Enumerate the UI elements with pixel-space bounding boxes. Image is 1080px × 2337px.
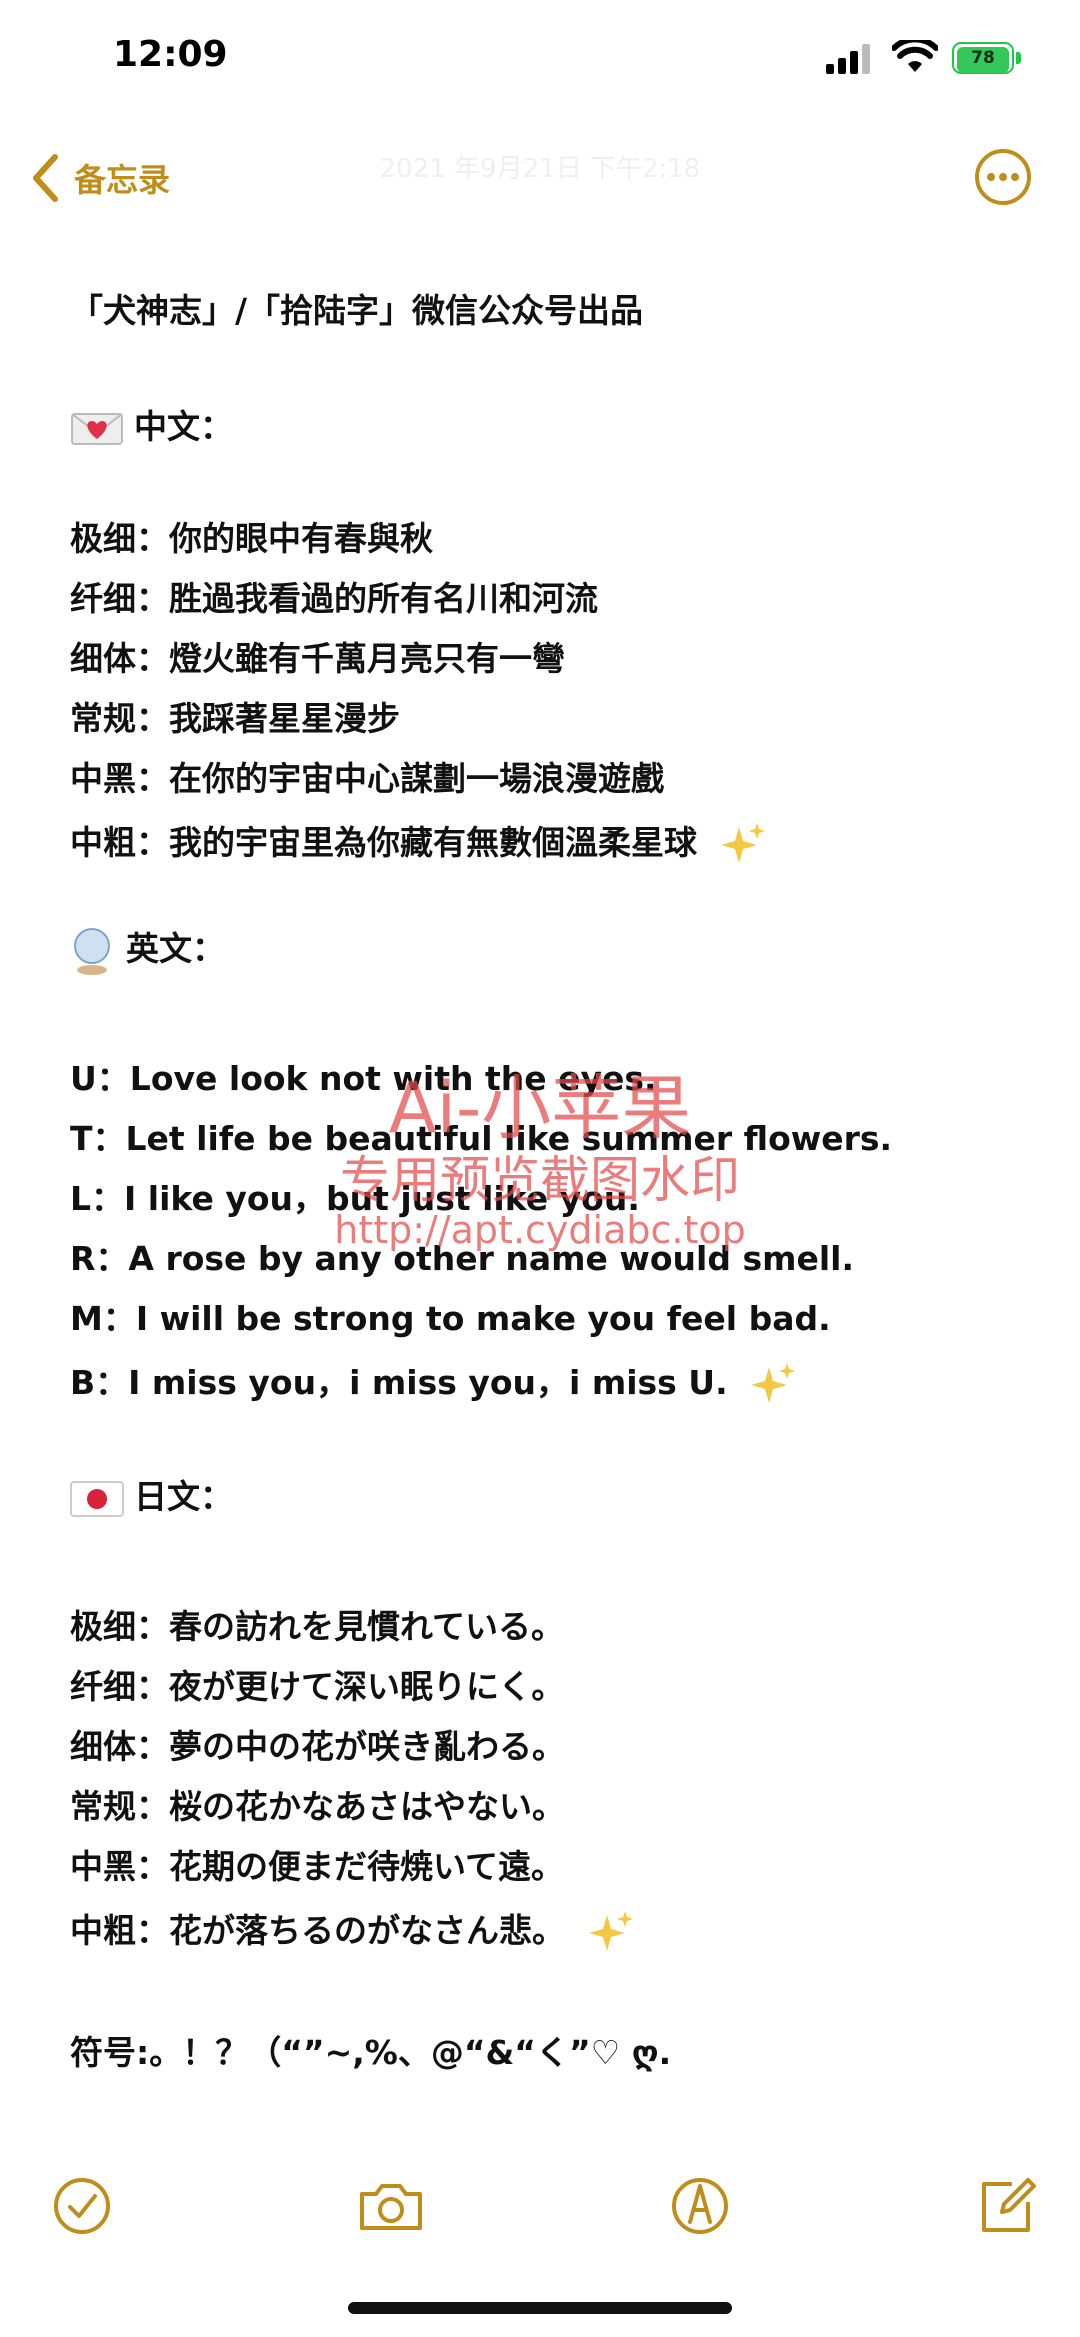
markup-button[interactable] — [668, 2174, 732, 2238]
sparkles-icon — [751, 1362, 796, 1403]
nav-bar: 2021 年9月21日 下午2:18 备忘录 — [0, 130, 1080, 220]
more-options-button[interactable] — [974, 148, 1032, 206]
japanese-line: 纤细：夜が更けて深い眠りにく。 — [70, 1667, 565, 1706]
back-button[interactable]: 备忘录 — [30, 148, 170, 208]
chinese-line: 纤细：胜過我看過的所有名川和河流 — [70, 579, 598, 618]
chinese-line: 常规：我踩著星星漫步 — [70, 699, 400, 738]
wifi-icon — [892, 40, 938, 72]
section-title-japanese: 日文： — [70, 1470, 233, 1518]
symbols-line: 符号:。！？（“”~,%、@“&“く”♡ ღ. — [70, 2033, 672, 2072]
japanese-line: 极细：春の訪れを見慣れている。 — [70, 1607, 565, 1646]
home-indicator[interactable] — [348, 2302, 732, 2314]
battery-level: 78 — [971, 48, 995, 68]
japanese-line: 常规：桜の花かなあさはやない。 — [70, 1787, 565, 1826]
sparkles-icon — [588, 1910, 633, 1951]
section-title-english: 英文： — [70, 922, 225, 976]
checklist-button[interactable] — [50, 2174, 114, 2238]
cellular-signal-icon — [826, 44, 870, 74]
love-letter-icon — [71, 412, 123, 445]
watermark-title: Ai-小苹果 — [388, 1067, 692, 1149]
crystal-ball-icon — [74, 927, 110, 975]
section-title-english-label: 英文： — [126, 929, 225, 968]
chinese-line: 极细：你的眼中有春與秋 — [70, 519, 433, 558]
chinese-line-last: 中粗：我的宇宙里為你藏有無數個溫柔星球 — [70, 816, 777, 869]
back-button-label: 备忘录 — [74, 161, 171, 199]
japanese-line-last: 中粗：花が落ちるのがなさん悲。 — [70, 1904, 645, 1957]
chinese-line-text: 中粗：我的宇宙里為你藏有無數個溫柔星球 — [70, 823, 697, 862]
status-time: 12:09 — [113, 34, 228, 75]
japan-flag-icon — [70, 1480, 124, 1517]
compose-button[interactable] — [974, 2174, 1038, 2238]
japanese-line-text: 中粗：花が落ちるのがなさん悲。 — [70, 1911, 565, 1950]
english-line-text: B：I miss you，i miss you，i miss U. — [70, 1363, 728, 1402]
chevron-left-icon — [33, 154, 58, 202]
watermark-subtitle: 专用预览截图水印 — [340, 1151, 740, 1209]
japanese-line: 细体：夢の中の花が咲き亂わる。 — [70, 1727, 565, 1766]
english-line-last: B：I miss you，i miss you，i miss U. — [70, 1356, 807, 1409]
section-title-japanese-label: 日文： — [134, 1477, 233, 1516]
note-header: 「犬神志」/「拾陆字」微信公众号出品 — [70, 291, 644, 330]
japanese-line: 中黑：花期の便まだ待焼いて遠。 — [70, 1847, 565, 1886]
bottom-toolbar — [0, 2170, 1080, 2250]
section-title-chinese: 中文： — [70, 400, 233, 448]
watermark-url: http://apt.cydiabc.top — [334, 1208, 746, 1252]
section-title-chinese-label: 中文： — [134, 407, 233, 446]
chinese-line: 细体：燈火雖有千萬月亮只有一彎 — [70, 639, 565, 678]
battery-indicator: 78 — [952, 42, 1024, 76]
status-bar: 12:09 78 — [0, 0, 1080, 120]
english-line: M：I will be strong to make you feel bad. — [70, 1299, 831, 1338]
camera-button[interactable] — [356, 2174, 426, 2238]
sparkles-icon — [720, 822, 765, 863]
chinese-line: 中黑：在你的宇宙中心謀劃一場浪漫遊戲 — [70, 759, 664, 798]
